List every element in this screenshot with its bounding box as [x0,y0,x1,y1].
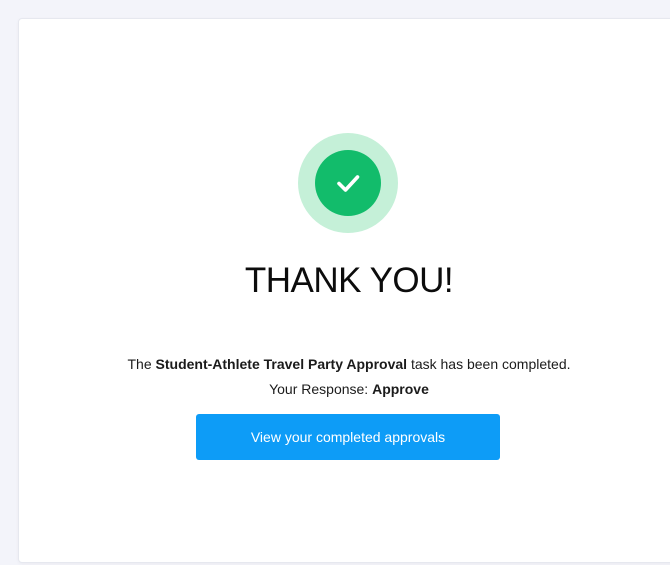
check-icon [337,175,360,192]
task-completed-line: The Student-Athlete Travel Party Approva… [19,352,670,377]
response-label: Your Response: [269,381,373,397]
page-title: THANK YOU! [244,261,454,300]
view-completed-approvals-button[interactable]: View your completed approvals [196,414,500,460]
confirmation-card: THANK YOU! The Student-Athlete Travel Pa… [18,18,670,563]
success-badge [298,133,398,233]
task-name: Student-Athlete Travel Party Approval [155,356,408,372]
response-line: Your Response: Approve [19,377,670,402]
response-value: Approve [372,381,429,397]
message-suffix: task has been completed. [407,356,571,372]
completion-message: The Student-Athlete Travel Party Approva… [19,352,670,402]
success-badge-inner [315,150,381,216]
message-prefix: The [127,356,156,372]
